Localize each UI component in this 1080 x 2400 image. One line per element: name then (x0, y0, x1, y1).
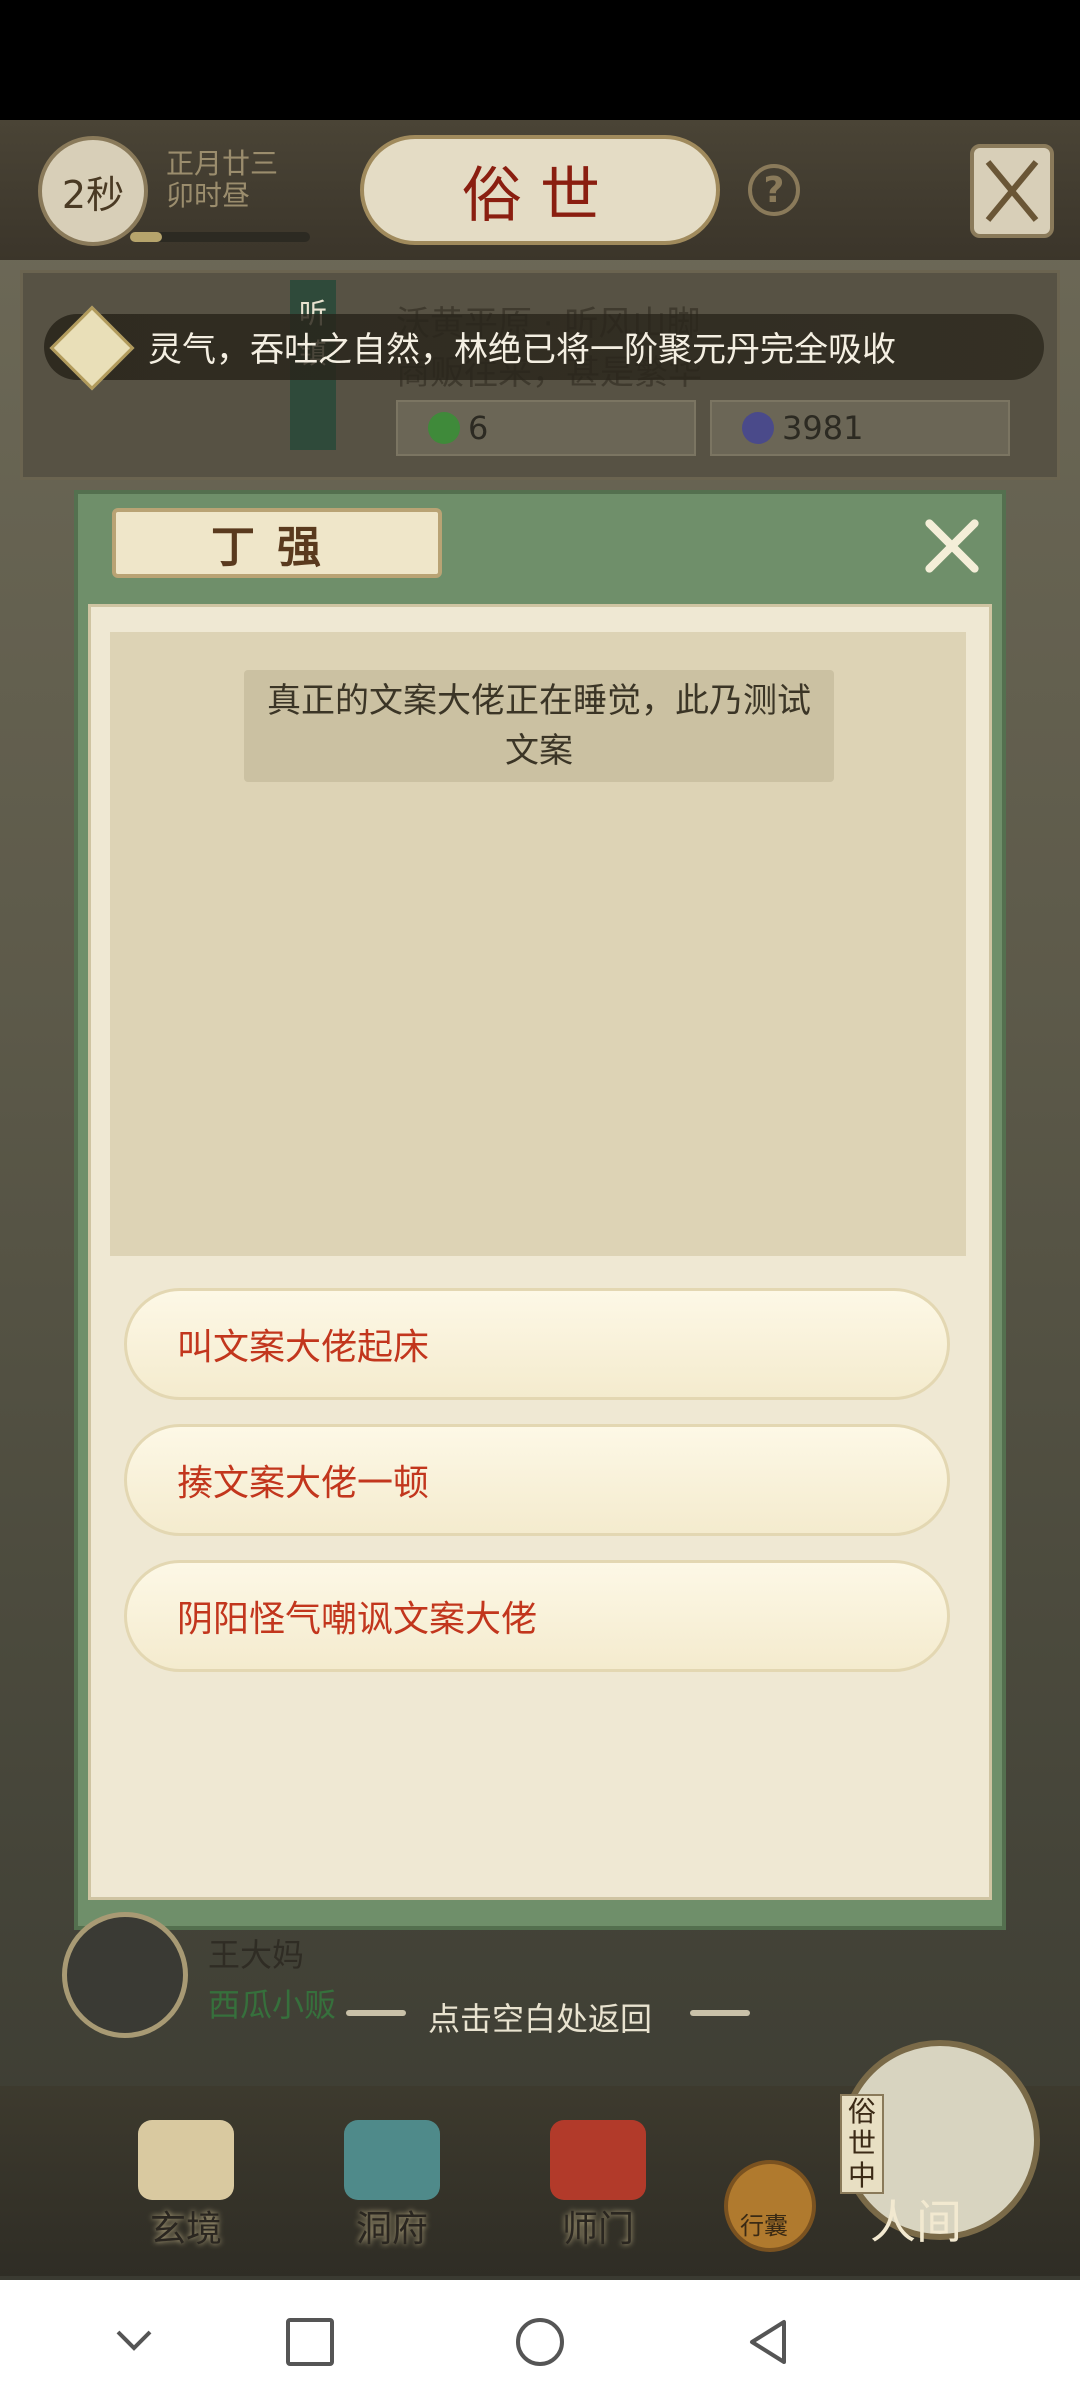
sect-banner-icon (550, 2120, 646, 2200)
date-line-2: 卯时昼 (166, 179, 251, 212)
time-progress-bar (130, 232, 310, 242)
npc-name-plate: 丁强 (112, 508, 442, 578)
help-button[interactable]: ? (748, 164, 800, 216)
nav-item-xuanjing[interactable]: 玄境 (116, 2200, 256, 2252)
renjian-label: 人间 (870, 2195, 962, 2249)
scroll-icon (138, 2120, 234, 2200)
dialog-option-wake[interactable]: 叫文案大佬起床 (124, 1288, 950, 1400)
page-title: 俗世 (360, 135, 720, 245)
recents-icon[interactable] (286, 2318, 334, 2366)
bag-label: 行囊 (740, 2212, 788, 2240)
dialog-option-beat[interactable]: 揍文案大佬一顿 (124, 1424, 950, 1536)
crossed-swords-icon (985, 160, 1039, 222)
pavilion-icon (344, 2120, 440, 2200)
current-world-tag: 俗世中 (840, 2094, 884, 2194)
back-chevron-icon[interactable] (110, 2320, 158, 2360)
close-icon[interactable] (920, 514, 984, 578)
resource-stone-value: 3981 (782, 409, 864, 447)
notification-text: 灵气，吞吐之自然，林绝已将一阶聚元丹完全吸收 (148, 330, 896, 370)
npc-speech: 真正的文案大佬正在睡觉，此乃测试文案 (244, 670, 834, 782)
return-hint[interactable]: 点击空白处返回 (0, 1994, 1080, 2040)
spirit-stone-icon (742, 412, 774, 444)
timer-badge: 2秒 (38, 136, 148, 246)
back-triangle-icon[interactable] (744, 2316, 792, 2368)
nav-item-shimen[interactable]: 师门 (528, 2200, 668, 2252)
npc-row-name: 王大妈 (208, 1936, 305, 1974)
resource-jade-value: 6 (468, 409, 489, 447)
jade-icon (428, 412, 460, 444)
time-progress-fill (130, 232, 163, 242)
hint-right-ornament (690, 2010, 750, 2016)
nav-item-dongfu[interactable]: 洞府 (322, 2200, 462, 2252)
map-toggle-button[interactable] (970, 144, 1054, 238)
dialog-option-mock[interactable]: 阴阳怪气嘲讽文案大佬 (124, 1560, 950, 1672)
game-date: 正月廿三 卯时昼 (166, 148, 278, 212)
date-line-1: 正月廿三 (166, 147, 279, 180)
home-icon[interactable] (516, 2318, 564, 2366)
